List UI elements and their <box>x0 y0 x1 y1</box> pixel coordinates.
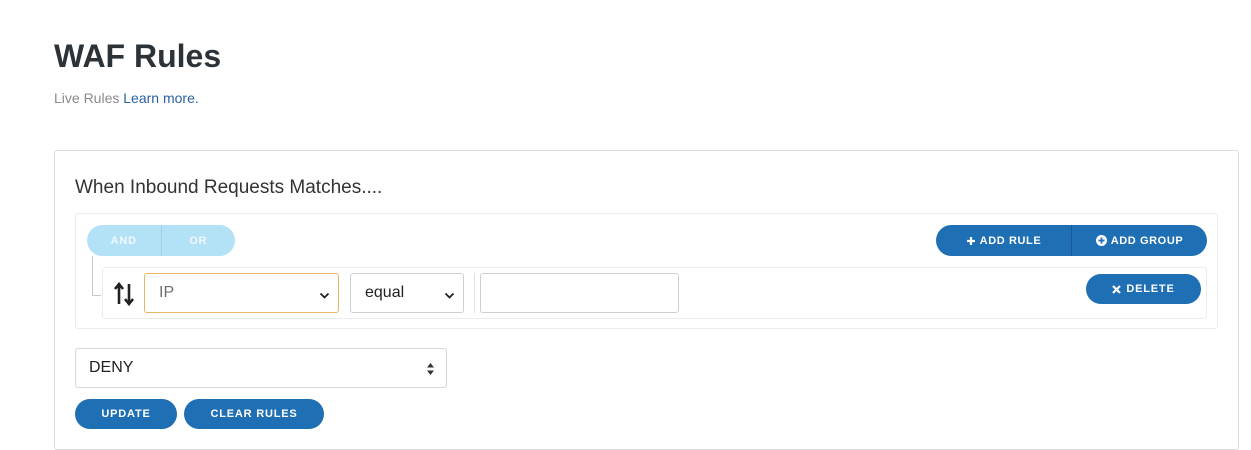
rules-card: When Inbound Requests Matches.... AND OR… <box>54 150 1239 450</box>
group-actions: ADD RULE ADD GROUP <box>936 225 1207 256</box>
sort-arrows-icon[interactable] <box>113 281 135 307</box>
rule-row: IP equal DELETE <box>102 267 1207 319</box>
action-select[interactable]: DENY <box>75 348 447 388</box>
add-rule-label: ADD RULE <box>979 234 1042 247</box>
page-subtitle: Live Rules Learn more. <box>54 90 199 106</box>
add-rule-button[interactable]: ADD RULE <box>936 225 1072 256</box>
up-down-arrows-icon <box>426 362 435 376</box>
rule-operator-select[interactable]: equal <box>350 273 464 313</box>
tree-connector <box>92 256 101 296</box>
add-group-button[interactable]: ADD GROUP <box>1072 225 1207 256</box>
conjunction-toggle: AND OR <box>87 225 235 256</box>
and-button[interactable]: AND <box>87 225 162 256</box>
rule-operator-value: equal <box>365 284 405 301</box>
delete-label: DELETE <box>1126 283 1175 295</box>
update-button[interactable]: UPDATE <box>75 399 177 429</box>
learn-more-link[interactable]: Learn more. <box>123 90 198 106</box>
divider <box>474 273 475 313</box>
rule-value-input[interactable] <box>480 273 679 313</box>
plus-icon <box>966 236 976 246</box>
rule-group: AND OR ADD RULE ADD GROUP IP equal DELET… <box>75 213 1218 329</box>
rule-field-select[interactable]: IP <box>144 273 339 313</box>
chevron-down-icon <box>319 288 330 299</box>
delete-rule-button[interactable]: DELETE <box>1086 274 1201 304</box>
plus-circle-icon <box>1095 235 1107 246</box>
rules-heading: When Inbound Requests Matches.... <box>75 177 383 198</box>
rule-field-value: IP <box>159 284 175 301</box>
clear-rules-button[interactable]: CLEAR RULES <box>184 399 324 429</box>
add-group-label: ADD GROUP <box>1110 234 1184 247</box>
action-select-value: DENY <box>89 359 134 376</box>
chevron-down-icon <box>444 288 455 299</box>
page-title: WAF Rules <box>54 38 222 74</box>
close-icon <box>1112 284 1122 294</box>
subtitle-text: Live Rules <box>54 90 120 106</box>
or-button[interactable]: OR <box>162 225 236 256</box>
